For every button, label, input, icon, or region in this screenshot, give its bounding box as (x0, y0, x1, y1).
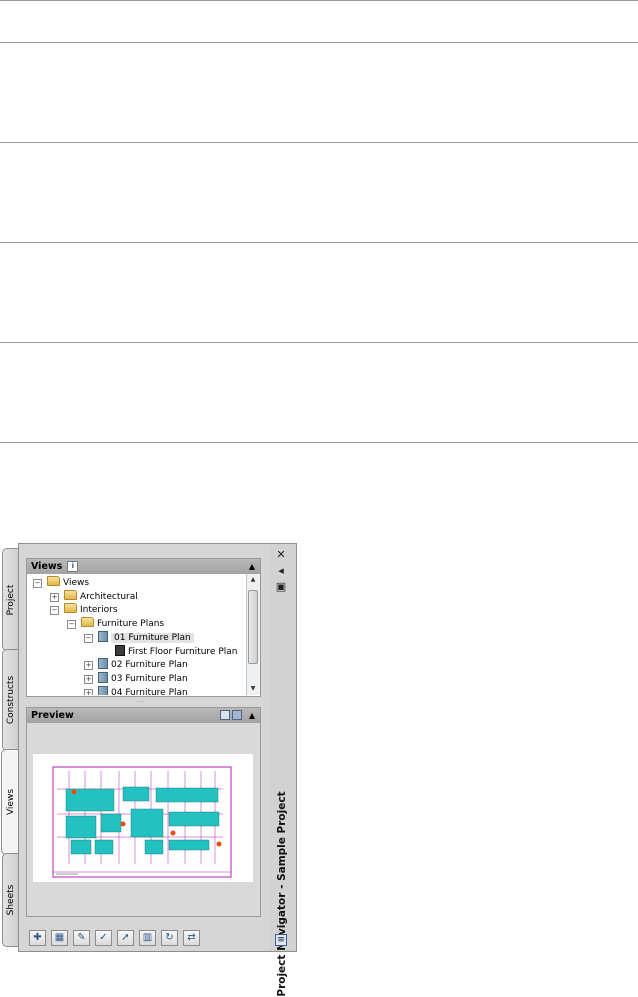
collapse-node-icon[interactable]: − (50, 606, 59, 616)
tree-item[interactable]: − Interiors (50, 603, 118, 616)
new-view-icon[interactable]: ▦ (51, 930, 68, 946)
palette-title: Project Navigator - Sample Project (276, 791, 288, 997)
preview-panel: Preview ▲ (26, 707, 261, 917)
views-panel-header[interactable]: Views i ▲ (27, 559, 260, 574)
refresh-icon[interactable]: ↻ (161, 930, 178, 946)
collapse-icon[interactable]: ▲ (249, 708, 255, 723)
splitter-grip[interactable]: ⁻⁻ (137, 699, 144, 707)
furniture-plan-drawing (52, 766, 232, 878)
preview-panel-title: Preview (31, 710, 74, 721)
tree-item[interactable]: − Views (33, 576, 90, 589)
view-drawing-icon (98, 630, 108, 642)
tree-item-label: Furniture Plans (97, 619, 165, 630)
collapse-node-icon[interactable]: − (84, 633, 93, 643)
expand-node-icon[interactable]: + (84, 661, 93, 671)
scroll-thumb[interactable] (248, 590, 258, 664)
tab-label: Views (5, 788, 16, 816)
edit-view-icon[interactable]: ✎ (73, 930, 90, 946)
expand-node-icon[interactable]: + (50, 592, 59, 602)
tree-item-label: 03 Furniture Plan (111, 673, 188, 684)
view-drawing-icon (98, 658, 108, 670)
tree-item-label: 04 Furniture Plan (111, 687, 188, 695)
project-navigator-palette: Project Constructs Views Sheets Views i ▲… (0, 543, 297, 997)
collapse-node-icon[interactable]: − (33, 579, 42, 588)
palette-titlebar: ✕ ◂ ▣ Project Navigator - Sample Project… (269, 543, 297, 997)
view-drawing-icon (98, 671, 108, 683)
preview-panel-header[interactable]: Preview ▲ (27, 708, 260, 723)
tree-item-label: Architectural (80, 591, 138, 602)
regenerate-icon[interactable]: ✓ (95, 930, 112, 946)
tree-item[interactable]: + Architectural (50, 589, 138, 603)
autohide-icon[interactable]: ◂ (275, 565, 287, 577)
palette-body: Views i ▲ − Views + Architectural − Interiors −… (18, 543, 270, 952)
page-divider (0, 0, 638, 1)
tree-item-label: Interiors (80, 605, 118, 616)
preview-mode-icon[interactable] (220, 710, 230, 720)
select-icon[interactable]: ➚ (117, 930, 134, 946)
tab-project[interactable]: Project (2, 548, 18, 651)
close-icon[interactable]: ✕ (275, 549, 287, 561)
views-panel: Views i ▲ − Views + Architectural − Interiors −… (26, 558, 261, 697)
properties-icon[interactable]: ▣ (275, 581, 287, 593)
palette-menu-icon[interactable]: ≡ (275, 934, 287, 946)
folder-icon (64, 589, 77, 600)
tab-label: Constructs (5, 675, 16, 725)
collapse-node-icon[interactable]: − (67, 620, 76, 630)
expand-node-icon[interactable]: + (84, 688, 93, 695)
tree-item-label: First Floor Furniture Plan (128, 646, 238, 657)
folder-icon (81, 617, 94, 628)
preview-detail-icon[interactable] (232, 710, 242, 720)
page-divider (0, 442, 638, 443)
tree-item-label: Views (63, 578, 90, 588)
palette-tabstrip: Project Constructs Views Sheets (1, 548, 19, 947)
tab-views[interactable]: Views (1, 749, 19, 855)
tree-item[interactable]: First Floor Furniture Plan (105, 644, 238, 658)
view-drawing-icon (98, 685, 108, 695)
views-panel-title: Views (31, 561, 63, 572)
tab-label: Project (5, 584, 16, 615)
tree-item[interactable]: +03 Furniture Plan (84, 671, 188, 685)
tab-sheets[interactable]: Sheets (2, 853, 18, 947)
reposition-icon[interactable]: ⇄ (183, 930, 200, 946)
page-divider (0, 342, 638, 343)
page-divider (0, 42, 638, 43)
scroll-down-icon[interactable]: ▼ (248, 684, 258, 694)
view-drawing-icon (115, 644, 125, 656)
tree-item[interactable]: +02 Furniture Plan (84, 658, 188, 671)
info-icon[interactable]: i (67, 561, 79, 572)
folder-icon (47, 576, 60, 586)
views-tree: − Views + Architectural − Interiors − Furniture… (27, 574, 245, 695)
page-divider (0, 142, 638, 143)
scroll-up-icon[interactable]: ▲ (248, 575, 258, 585)
preview-image (33, 754, 253, 882)
add-view-icon[interactable]: ✚ (29, 930, 46, 946)
tab-label: Sheets (5, 884, 16, 916)
tree-item-label: 02 Furniture Plan (111, 660, 188, 671)
collapse-icon[interactable]: ▲ (249, 559, 255, 574)
page-divider (0, 242, 638, 243)
tree-item[interactable]: +04 Furniture Plan (84, 685, 188, 695)
tab-constructs[interactable]: Constructs (2, 649, 18, 751)
columns-icon[interactable]: ▥ (139, 930, 156, 946)
expand-node-icon[interactable]: + (84, 674, 93, 684)
tree-item-label: 01 Furniture Plan (111, 632, 194, 643)
tree-item[interactable]: − Furniture Plans (67, 617, 165, 630)
folder-icon (64, 603, 77, 614)
tree-scrollbar[interactable]: ▲ ▼ (246, 574, 260, 695)
tree-item[interactable]: − 01 Furniture Plan (84, 630, 194, 644)
